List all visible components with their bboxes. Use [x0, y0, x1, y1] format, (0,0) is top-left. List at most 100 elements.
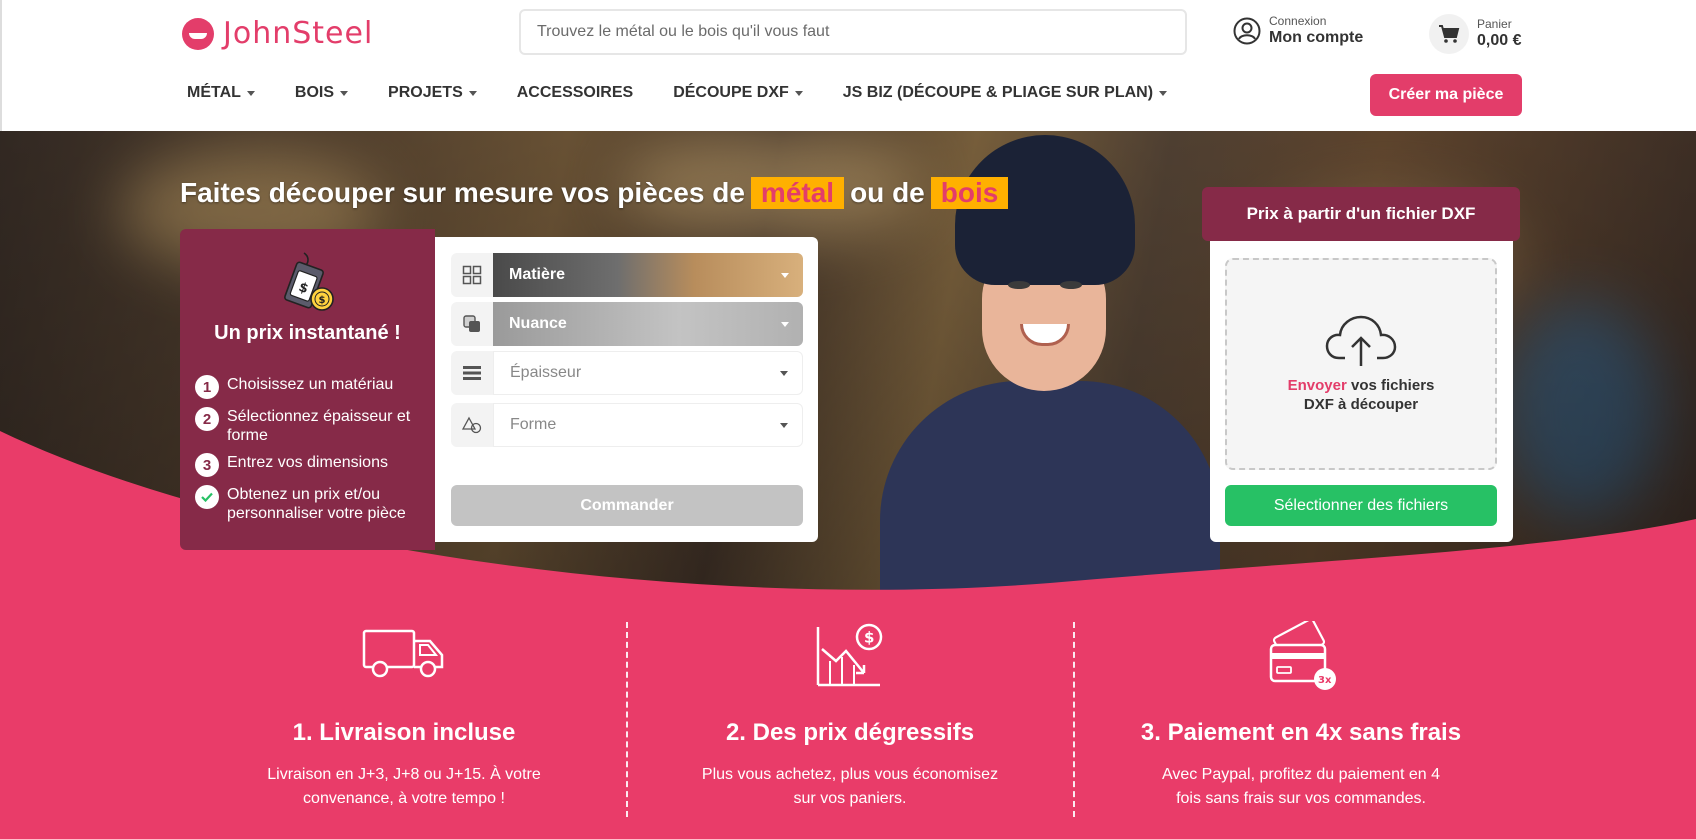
forme-select[interactable]: Forme	[451, 403, 803, 447]
user-icon	[1233, 17, 1261, 45]
price-tag-icon: $ $	[284, 252, 334, 311]
main-nav: MÉTAL BOIS PROJETS ACCESSOIRES DÉCOUPE D…	[187, 84, 1207, 102]
order-button[interactable]: Commander	[451, 485, 803, 526]
account-link[interactable]: Connexion Mon compte	[1233, 14, 1363, 48]
forme-select-value: Forme	[493, 403, 803, 447]
svg-text:$: $	[864, 629, 874, 647]
nav-item-bois[interactable]: BOIS	[294, 84, 349, 102]
logo-mustache-icon	[182, 17, 214, 50]
cloud-upload-icon	[1325, 315, 1397, 366]
instant-price-title: Un prix instantané !	[214, 322, 401, 344]
select-files-button[interactable]: Sélectionner des fichiers	[1225, 485, 1497, 526]
chevron-down-icon	[794, 90, 803, 96]
chevron-down-icon	[340, 90, 349, 96]
matiere-select-value: Matière	[493, 253, 803, 297]
hero-title: Faites découper sur mesure vos pièces de…	[180, 177, 1009, 209]
logo[interactable]: JohnSteel	[182, 16, 373, 51]
nav-item-label: DÉCOUPE DXF	[673, 84, 789, 101]
account-big-label: Mon compte	[1269, 29, 1364, 46]
step-item: 3 Entrez vos dimensions	[195, 453, 430, 477]
nav-item-label: PROJETS	[388, 84, 463, 101]
part-configurator: Matière Nuance Épaisseur Forme Commander	[435, 237, 818, 542]
feature-text: Avec Paypal, profitez du paiement en 4 f…	[1161, 766, 1441, 807]
dropzone-text: Envoyer vos fichiers DXF à découper	[1288, 376, 1435, 414]
feature-text: Livraison en J+3, J+8 ou J+15. À votre c…	[267, 766, 541, 807]
check-icon	[195, 485, 219, 509]
svg-text:$: $	[319, 295, 326, 306]
step-item: Obtenez un prix et/ou personnaliser votr…	[195, 485, 430, 523]
price-drop-icon: $	[660, 621, 1040, 691]
shapes-icon	[451, 403, 493, 447]
nuance-select-value: Nuance	[493, 302, 803, 346]
chevron-down-icon	[781, 272, 789, 278]
chevron-down-icon	[780, 422, 788, 428]
instant-price-panel: $ $ Un prix instantané ! 1 Choisissez un …	[180, 229, 435, 550]
welding-helmet	[955, 135, 1135, 285]
nav-item-projets[interactable]: PROJETS	[388, 84, 477, 102]
feature-text: Plus vous achetez, plus vous économisez …	[701, 766, 999, 807]
dropzone-accent: Envoyer	[1287, 377, 1347, 394]
dxf-dropzone[interactable]: Envoyer vos fichiers DXF à découper	[1225, 258, 1497, 470]
hero-title-text: ou de	[850, 177, 925, 208]
feature-title: 1. Livraison incluse	[292, 719, 516, 746]
card-3x-icon: 3x	[1111, 621, 1491, 691]
feature-degressive-prices: $ 2. Des prix dégressifs Plus vous achet…	[660, 621, 1040, 811]
thickness-icon	[451, 351, 493, 395]
nav-item-label: ACCESSOIRES	[516, 84, 634, 101]
hero-title-wood: bois	[930, 177, 1009, 209]
nav-item-label: MÉTAL	[187, 84, 241, 101]
dxf-header: Prix à partir d'un fichier DXF	[1202, 187, 1520, 241]
nav-item-label: BOIS	[294, 84, 335, 101]
site-header: JohnSteel Connexion Mon compte Panier 0,…	[0, 0, 1696, 131]
forme-placeholder: Forme	[510, 416, 557, 433]
step-number: 2	[195, 407, 219, 431]
dxf-upload-card: Envoyer vos fichiers DXF à découper Séle…	[1210, 241, 1513, 542]
step-text: Entrez vos dimensions	[227, 454, 388, 471]
payment-badge: 3x	[1318, 675, 1332, 686]
step-item: 1 Choisissez un matériau	[195, 375, 430, 399]
worker-eye	[1060, 281, 1082, 289]
feature-title: 3. Paiement en 4x sans frais	[1140, 719, 1462, 746]
chevron-down-icon	[781, 321, 789, 327]
nav-item-decoupe-dxf[interactable]: DÉCOUPE DXF	[673, 84, 803, 102]
step-number: 3	[195, 453, 219, 477]
chevron-down-icon	[468, 90, 477, 96]
dropzone-line1: vos fichiers	[1351, 377, 1435, 394]
nav-item-accessoires[interactable]: ACCESSOIRES	[517, 84, 633, 102]
nav-item-label: JS BIZ (DÉCOUPE & PLIAGE SUR PLAN)	[842, 84, 1154, 101]
account-small-label: Connexion	[1269, 14, 1327, 28]
chevron-down-icon	[780, 370, 788, 376]
epaisseur-placeholder: Épaisseur	[510, 364, 582, 381]
step-text: Choisissez un matériau	[227, 376, 394, 393]
nuance-label: Nuance	[509, 315, 567, 332]
nuance-select[interactable]: Nuance	[451, 302, 803, 346]
search-input[interactable]	[519, 9, 1187, 55]
matiere-select[interactable]: Matière	[451, 253, 803, 297]
cart-link[interactable]: Panier 0,00 €	[1429, 14, 1521, 54]
cart-small-label: Panier	[1477, 17, 1512, 31]
matiere-label: Matière	[509, 266, 566, 283]
steps-list: 1 Choisissez un matériau 2 Sélectionnez ép…	[195, 375, 430, 531]
step-text: Sélectionnez épaisseur et forme	[227, 408, 411, 444]
create-part-button[interactable]: Créer ma pièce	[1370, 74, 1522, 116]
epaisseur-select-value: Épaisseur	[493, 351, 803, 395]
grid-icon	[451, 253, 493, 297]
chevron-down-icon	[1159, 90, 1168, 96]
hero-title-text: Faites découper sur mesure vos pièces de	[180, 177, 745, 208]
cart-total: 0,00 €	[1477, 32, 1522, 49]
feature-delivery: 1. Livraison incluse Livraison en J+3, J…	[214, 621, 594, 811]
divider	[1073, 622, 1075, 817]
nav-item-metal[interactable]: MÉTAL	[187, 84, 255, 102]
worker-eye	[1008, 281, 1030, 289]
logo-text: JohnSteel	[223, 16, 374, 51]
features-band: 1. Livraison incluse Livraison en J+3, J…	[0, 591, 1696, 839]
nav-item-js-biz[interactable]: JS BIZ (DÉCOUPE & PLIAGE SUR PLAN)	[842, 84, 1168, 102]
step-number: 1	[195, 375, 219, 399]
step-item: 2 Sélectionnez épaisseur et forme	[195, 407, 430, 445]
layers-icon	[451, 302, 493, 346]
divider	[626, 622, 628, 817]
chevron-down-icon	[246, 90, 255, 96]
epaisseur-select[interactable]: Épaisseur	[451, 351, 803, 395]
feature-payment: 3x 3. Paiement en 4x sans frais Avec Pay…	[1111, 621, 1491, 811]
cart-icon	[1429, 14, 1469, 54]
